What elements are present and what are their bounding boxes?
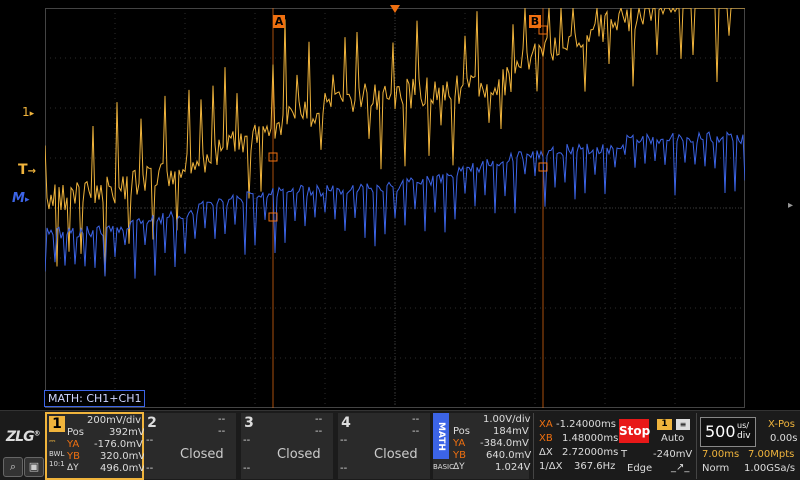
cursor-dx: 2.72000ms: [562, 447, 619, 458]
math-waveform: [45, 130, 745, 279]
math-yb: 640.0mV: [486, 450, 532, 461]
math-dy-label: ΔY: [453, 462, 465, 472]
ch2-dash-3: --: [146, 435, 154, 446]
trigger-type[interactable]: Edge: [627, 463, 652, 474]
ch1-number: 1: [49, 416, 65, 432]
trigger-source[interactable]: 1: [657, 419, 672, 430]
ch3-info-panel[interactable]: 3 -- -- -- Closed --: [241, 413, 333, 479]
side-menu-arrow-icon[interactable]: ▸: [788, 200, 793, 211]
math-sub: BASIC: [433, 463, 454, 471]
math-ya: -384.0mV: [480, 438, 529, 449]
ch1-pos-label: Pos: [67, 427, 85, 438]
ch2-number: 2: [147, 415, 157, 431]
math-function-label: MATH: CH1+CH1: [44, 390, 146, 407]
ch3-dash-1: --: [315, 414, 323, 425]
ch1-dy: 496.0mV: [100, 463, 146, 474]
ch1-yb: 320.0mV: [100, 451, 146, 462]
ch1-bwl: BWL: [49, 450, 65, 458]
ch3-dash-3: --: [243, 435, 251, 446]
cursor-b-tag[interactable]: B: [529, 15, 541, 28]
waveform-display[interactable]: [45, 8, 745, 408]
math-scale: 1.00V/div: [483, 414, 531, 425]
trigger-t-label: T: [621, 449, 628, 460]
timebase-unit-top: us/: [737, 421, 749, 430]
ch2-dash-1: --: [218, 414, 226, 425]
cursor-xa: -1.24000ms: [556, 419, 616, 430]
ch1-yb-label: YB: [67, 451, 80, 462]
ch4-info-panel[interactable]: 4 -- -- -- Closed --: [338, 413, 430, 479]
timebase-unit-bottom: div: [737, 431, 751, 441]
trigger-coupling-icon: ≡: [676, 419, 690, 430]
xpos-label: X-Pos: [768, 419, 795, 430]
ch1-info-panel[interactable]: 1 200mV/div Pos 392mV ⎓ YA -176.0mV BWL …: [45, 412, 146, 480]
math-dy: 1.024V: [495, 462, 531, 473]
cursor-xb: 1.48000ms: [562, 433, 619, 444]
ch4-status: Closed: [374, 447, 418, 462]
ch1-ya-label: YA: [67, 439, 80, 450]
trigger-level-label: T: [18, 162, 28, 178]
screenshot-icon[interactable]: ▣: [24, 457, 44, 477]
math-ya-label: YA: [453, 438, 466, 449]
run-stop-button[interactable]: Stop: [619, 419, 650, 443]
graticule: [45, 8, 745, 408]
math-level-label: M: [12, 191, 25, 206]
ch4-dash-4: --: [340, 463, 348, 474]
math-pos-label: Pos: [453, 426, 471, 437]
ch1-ya: -176.0mV: [94, 439, 143, 450]
divider: [696, 413, 697, 479]
cursor-a-tag[interactable]: A: [273, 15, 285, 28]
ch3-dash-2: --: [315, 426, 323, 437]
oscilloscope-screen: A B 1▸ T→ M▸ MATH: CH1+CH1 ▸ ZLG® ⌕ ▣ 1 …: [0, 0, 800, 480]
ch1-level-label: 1: [22, 105, 30, 119]
math-level-marker[interactable]: M▸: [12, 191, 29, 206]
ch1-pos: 392mV: [109, 427, 145, 438]
status-panel: ZLG® ⌕ ▣ 1 200mV/div Pos 392mV ⎓ YA -176…: [0, 410, 800, 480]
math-info-panel[interactable]: MATH BASIC 1.00V/div Pos 184mV YA -384.0…: [433, 413, 532, 479]
trigger-level-marker[interactable]: T→: [18, 162, 36, 178]
ch1-dy-label: ΔY: [67, 463, 79, 473]
ch3-dash-4: --: [243, 463, 251, 474]
timebase-box[interactable]: 500 us/ div: [700, 417, 756, 447]
math-tag: MATH: [433, 413, 449, 459]
math-yb-label: YB: [453, 450, 466, 461]
ch1-scale: 200mV/div: [87, 415, 142, 426]
trigger-position-marker[interactable]: [390, 5, 400, 13]
ch2-info-panel[interactable]: 2 -- -- -- Closed --: [144, 413, 236, 479]
timebase-value: 500: [705, 422, 736, 441]
ch1-coupling-icon: ⎓: [49, 436, 56, 445]
search-icon[interactable]: ⌕: [3, 457, 23, 477]
ch3-status: Closed: [277, 447, 321, 462]
cursor-dx-label: ΔX: [539, 447, 553, 458]
divider: [533, 413, 534, 479]
sample-rate: 1.00GSa/s: [744, 463, 796, 474]
cursor-inv: 367.6Hz: [574, 461, 616, 472]
memory-time: 7.00ms: [702, 449, 740, 460]
xpos-value[interactable]: 0.00s: [770, 433, 797, 444]
cursor-inv-label: 1/ΔX: [539, 461, 563, 472]
trigger-level[interactable]: -240mV: [653, 449, 692, 460]
math-pos: 184mV: [493, 426, 529, 437]
cursor-xa-label: XA: [539, 419, 553, 430]
trigger-mode[interactable]: Auto: [661, 433, 684, 444]
ch1-level-marker[interactable]: 1▸: [22, 105, 34, 119]
ch4-number: 4: [341, 415, 351, 431]
cursor-readout-panel[interactable]: XA -1.24000ms XB 1.48000ms ΔX 2.72000ms …: [536, 413, 619, 479]
ch4-dash-3: --: [340, 435, 348, 446]
ch2-dash-4: --: [146, 463, 154, 474]
ch2-dash-2: --: [218, 426, 226, 437]
memory-depth[interactable]: 7.00Mpts: [748, 449, 794, 460]
ch4-dash-1: --: [412, 414, 420, 425]
trigger-panel[interactable]: Stop 1 ≡ Auto T -240mV Edge _↗_: [617, 413, 695, 479]
rising-edge-icon: _↗_: [671, 462, 690, 473]
ch1-probe: 10:1: [49, 460, 65, 468]
acquisition-mode[interactable]: Norm: [702, 463, 729, 474]
ch3-number: 3: [244, 415, 254, 431]
zlg-logo: ZLG®: [6, 429, 41, 445]
ch4-dash-2: --: [412, 426, 420, 437]
timebase-panel[interactable]: 500 us/ div X-Pos 0.00s 7.00ms 7.00Mpts …: [698, 413, 798, 479]
ch2-status: Closed: [180, 447, 224, 462]
cursor-xb-label: XB: [539, 433, 553, 444]
